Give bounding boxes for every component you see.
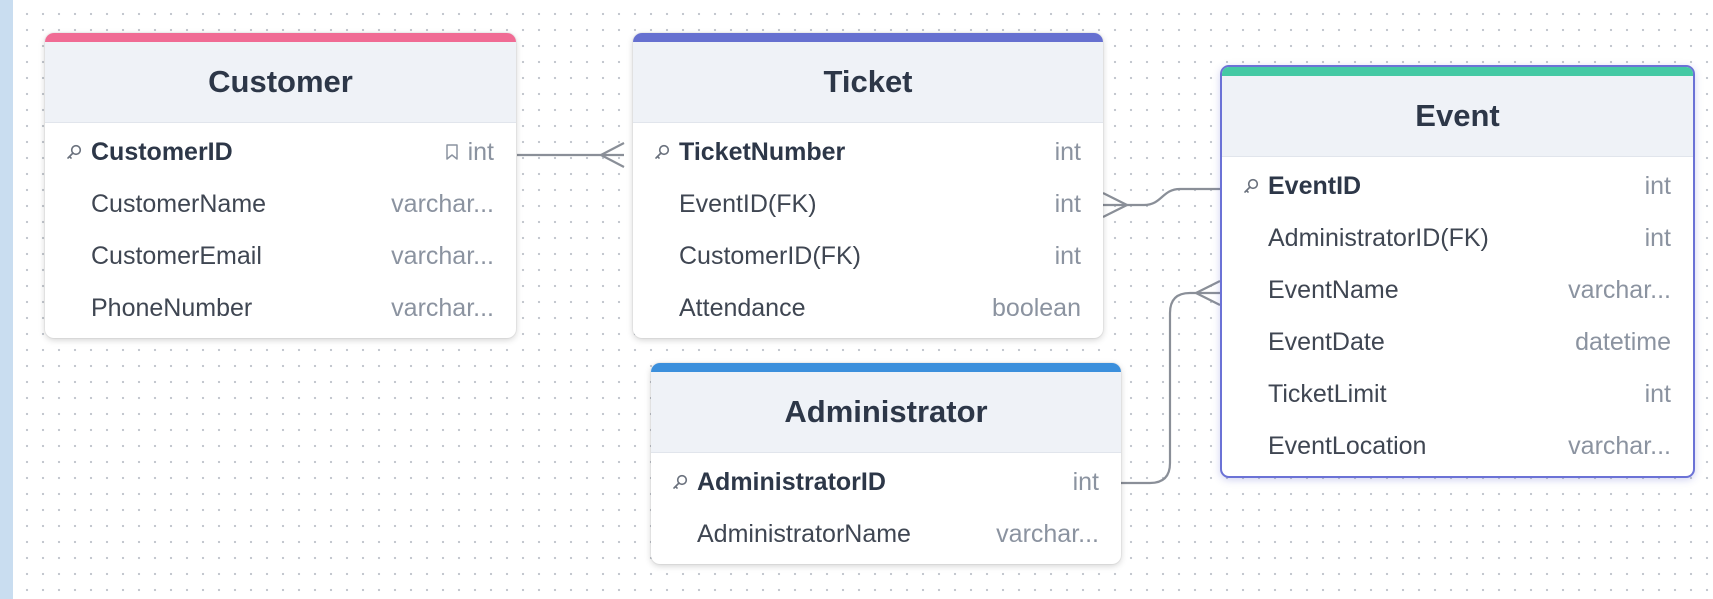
column-type: varchar...	[1568, 431, 1671, 460]
column-type: int	[1644, 223, 1671, 252]
table-accent-bar	[651, 363, 1121, 372]
primary-key-icon	[653, 143, 679, 161]
column-row[interactable]: EventDate datetime	[1222, 316, 1693, 368]
column-type: int	[1644, 171, 1671, 200]
column-row[interactable]: CustomerEmail varchar...	[45, 230, 516, 282]
column-type: varchar...	[996, 519, 1099, 548]
column-name: EventID	[1268, 171, 1362, 200]
column-name: CustomerName	[91, 189, 267, 218]
column-name: CustomerID(FK)	[679, 241, 861, 270]
table-accent-bar	[45, 33, 516, 42]
table-title[interactable]: Event	[1222, 76, 1693, 157]
column-row[interactable]: AdministratorID(FK) int	[1222, 212, 1693, 264]
table-accent-bar	[633, 33, 1103, 42]
table-customer[interactable]: Customer CustomerID int CustomerName varchar…	[45, 33, 516, 338]
primary-key-icon	[65, 143, 91, 161]
column-type: int	[467, 137, 494, 166]
column-name: AdministratorID(FK)	[1268, 223, 1489, 252]
column-type: int	[1054, 241, 1081, 270]
not-null-icon	[444, 143, 460, 161]
table-administrator[interactable]: Administrator AdministratorID int Administr…	[651, 363, 1121, 564]
column-name: CustomerID	[91, 137, 233, 166]
column-row[interactable]: Attendance boolean	[633, 282, 1103, 334]
column-name: EventName	[1268, 275, 1399, 304]
column-row[interactable]: PhoneNumber varchar...	[45, 282, 516, 334]
column-name: CustomerEmail	[91, 241, 262, 270]
column-name: AdministratorName	[697, 519, 911, 548]
column-name: Attendance	[679, 293, 806, 322]
column-type: int	[1054, 189, 1081, 218]
column-name: EventDate	[1268, 327, 1385, 356]
column-type: datetime	[1575, 327, 1671, 356]
column-row[interactable]: CustomerID(FK) int	[633, 230, 1103, 282]
column-name: PhoneNumber	[91, 293, 253, 322]
column-row[interactable]: EventID(FK) int	[633, 178, 1103, 230]
column-row[interactable]: EventName varchar...	[1222, 264, 1693, 316]
table-accent-bar	[1222, 67, 1693, 76]
column-row[interactable]: CustomerID int	[45, 126, 516, 178]
column-type: varchar...	[391, 189, 494, 218]
column-row[interactable]: AdministratorID int	[651, 456, 1121, 508]
primary-key-icon	[671, 473, 697, 491]
column-name: EventID(FK)	[679, 189, 817, 218]
column-row[interactable]: CustomerName varchar...	[45, 178, 516, 230]
column-name: TicketLimit	[1268, 379, 1387, 408]
column-type: varchar...	[391, 293, 494, 322]
table-title[interactable]: Administrator	[651, 372, 1121, 453]
column-row[interactable]: TicketLimit int	[1222, 368, 1693, 420]
column-name: AdministratorID	[697, 467, 886, 496]
column-row[interactable]: EventID int	[1222, 160, 1693, 212]
column-name: TicketNumber	[679, 137, 846, 166]
column-type: int	[1644, 379, 1671, 408]
column-row[interactable]: EventLocation varchar...	[1222, 420, 1693, 472]
column-type: int	[1054, 137, 1081, 166]
column-type: int	[1072, 467, 1099, 496]
table-title[interactable]: Ticket	[633, 42, 1103, 123]
column-type: varchar...	[391, 241, 494, 270]
table-event[interactable]: Event EventID int AdministratorID(FK) int Eve…	[1220, 65, 1695, 478]
table-ticket[interactable]: Ticket TicketNumber int EventID(FK) int Custo…	[633, 33, 1103, 338]
column-row[interactable]: AdministratorName varchar...	[651, 508, 1121, 560]
table-title[interactable]: Customer	[45, 42, 516, 123]
column-type: boolean	[992, 293, 1081, 322]
column-row[interactable]: TicketNumber int	[633, 126, 1103, 178]
primary-key-icon	[1242, 177, 1268, 195]
column-type: varchar...	[1568, 275, 1671, 304]
column-name: EventLocation	[1268, 431, 1427, 460]
